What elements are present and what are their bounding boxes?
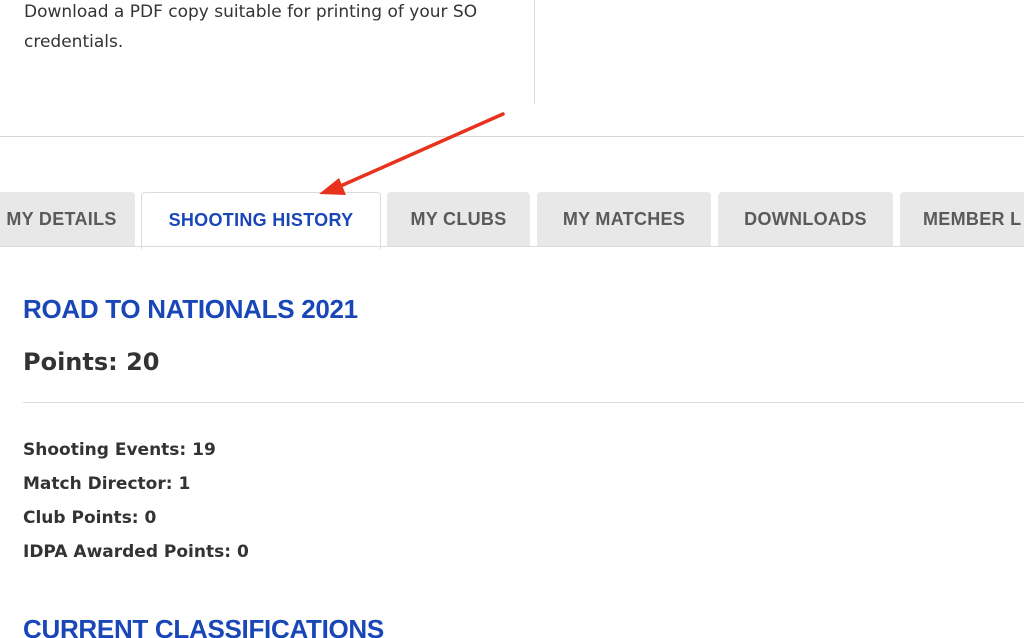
- tab-my-details[interactable]: MY DETAILS: [0, 192, 135, 247]
- stat-shooting-events: Shooting Events: 19: [23, 440, 216, 460]
- stat-club-points: Club Points: 0: [23, 508, 157, 528]
- current-classifications-title: CURRENT CLASSIFICATIONS: [23, 614, 384, 638]
- points-breakdown-list: Shooting Events: 19 Match Director: 1 Cl…: [23, 433, 249, 569]
- road-to-nationals-title: ROAD TO NATIONALS 2021: [23, 294, 358, 324]
- tab-member-l[interactable]: MEMBER L: [900, 192, 1024, 247]
- tab-downloads[interactable]: DOWNLOADS: [718, 192, 893, 247]
- content-divider: [23, 402, 1024, 403]
- profile-tabs: MY DETAILS SHOOTING HISTORY MY CLUBS MY …: [0, 192, 1024, 249]
- stat-match-director: Match Director: 1: [23, 474, 191, 494]
- points-total: Points: 20: [23, 348, 160, 376]
- tab-my-matches[interactable]: MY MATCHES: [537, 192, 711, 247]
- section-divider: [0, 136, 1024, 137]
- page: Download a PDF copy suitable for printin…: [0, 0, 1024, 638]
- so-credentials-card: Download a PDF copy suitable for printin…: [0, 0, 535, 104]
- tab-my-clubs[interactable]: MY CLUBS: [387, 192, 530, 247]
- stat-idpa-awarded-points: IDPA Awarded Points: 0: [23, 542, 249, 562]
- tab-shooting-history[interactable]: SHOOTING HISTORY: [141, 192, 381, 249]
- tab-baseline: [0, 246, 1024, 247]
- so-credentials-description: Download a PDF copy suitable for printin…: [24, 2, 478, 52]
